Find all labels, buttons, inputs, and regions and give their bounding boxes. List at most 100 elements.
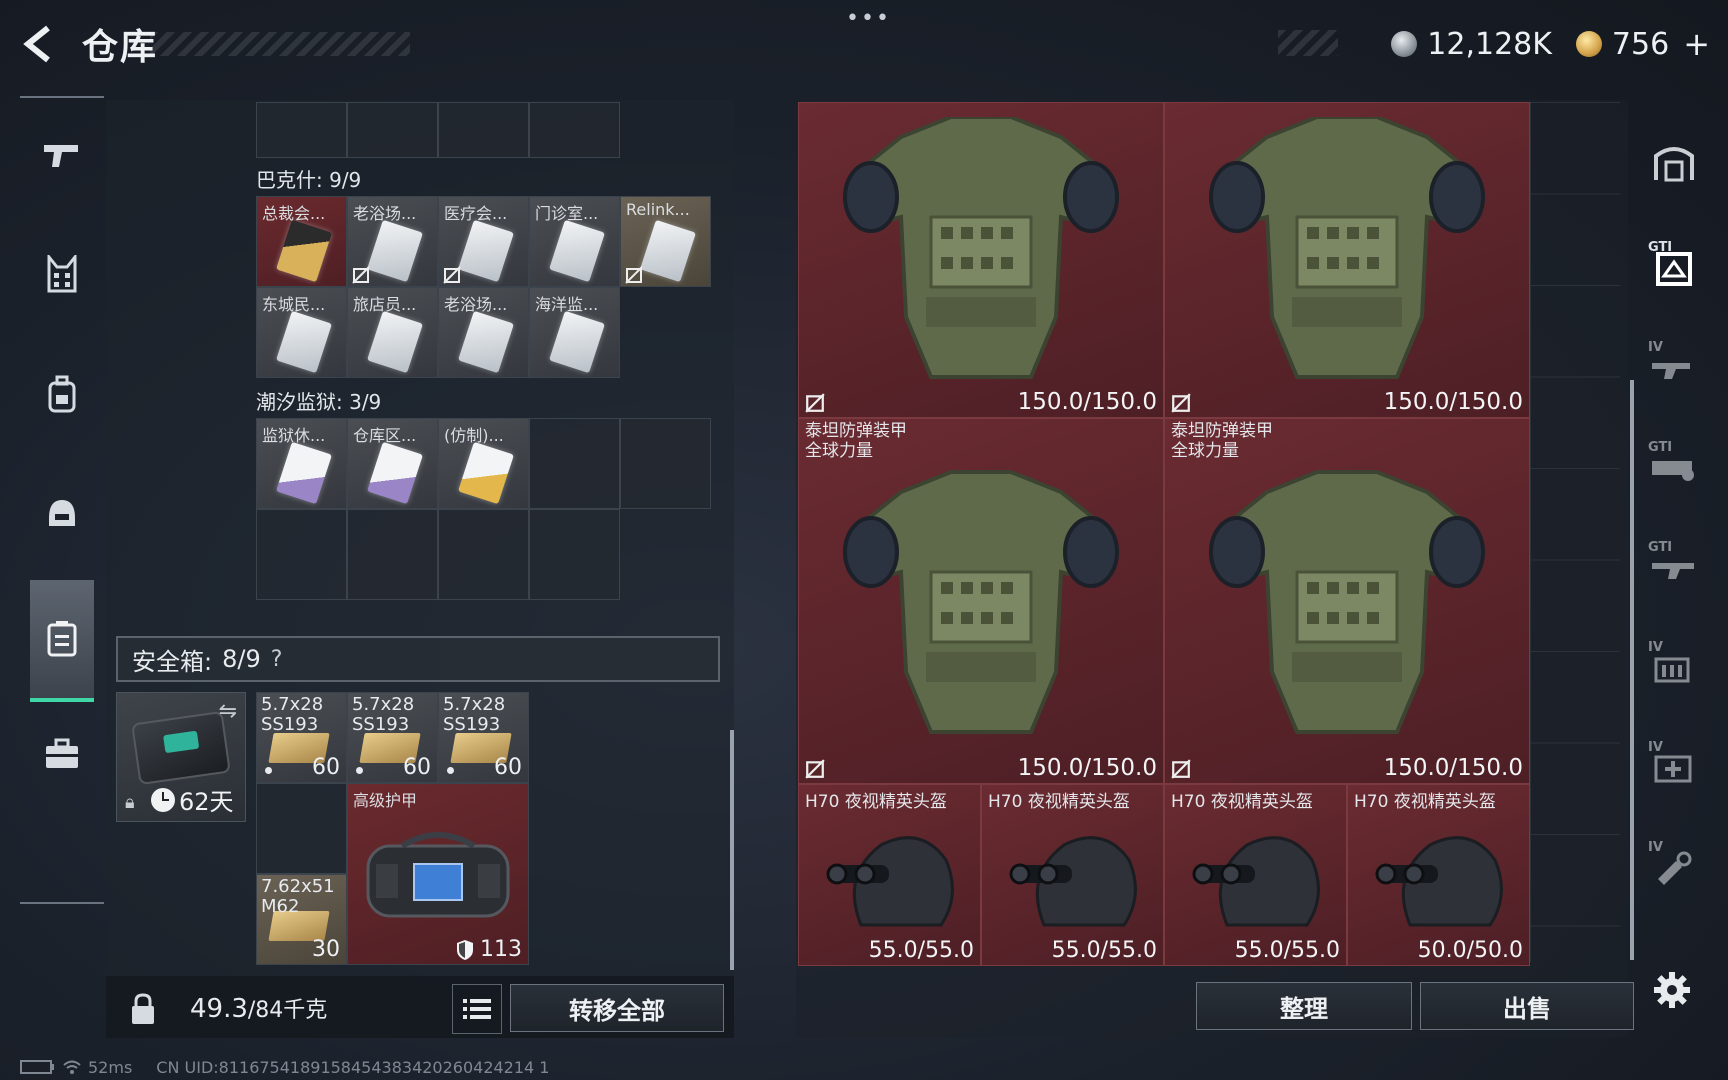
tab-warehouse-gti[interactable]: GTI [1646,240,1702,296]
empty-slot[interactable] [620,418,711,509]
no-backpack-icon [805,393,825,413]
empty-slot[interactable] [529,509,620,600]
keycard-slot[interactable]: Relink... [620,196,711,287]
container-scrollbar[interactable] [730,730,734,970]
sell-button[interactable]: 出售 [1420,982,1634,1030]
keycard-slot[interactable]: 旅店员... [347,287,438,378]
medical-rack-icon [1654,755,1692,783]
item-name: 高级护甲 [353,791,418,810]
keycard-slot[interactable]: 门诊室... [529,196,620,287]
empty-slot[interactable] [256,783,347,874]
nav-helmet[interactable] [30,482,94,546]
no-backpack-icon [805,759,825,779]
safebox-icon [47,621,77,657]
keycard-slot[interactable]: 仓库区... [347,418,438,509]
nav-divider [20,96,104,98]
item-name: 5.7x28 SS193 [261,694,324,735]
tab-rack-weapons[interactable]: GTI [1646,540,1702,596]
swap-icon[interactable]: ⇋ [219,699,237,724]
dot-icon [265,767,272,774]
keycard-slot[interactable]: 总裁会... [256,196,347,287]
keycard-slot[interactable]: 医疗会... [438,196,529,287]
nav-safebox[interactable] [30,580,94,702]
tab-rack-rifles[interactable]: IV [1646,340,1702,396]
user-uid: CN UID:8116754189158454383420260424214 1 [156,1057,550,1077]
nav-briefcase[interactable] [30,722,94,786]
armor-item[interactable]: 150.0/150.0 [798,102,1164,418]
tab-rack-vehicles[interactable]: GTI [1646,440,1702,496]
keycard-slot[interactable]: 海洋监... [529,287,620,378]
ammo-slot[interactable]: 5.7x28 SS193 60 [438,692,529,783]
helmet-item[interactable]: H70 夜视精英头盔 55.0/55.0 [798,784,981,966]
lock-button[interactable] [118,984,168,1034]
item-quantity: 60 [494,755,522,780]
helmet-item[interactable]: H70 夜视精英头盔 50.0/50.0 [1347,784,1530,966]
keycard-slot[interactable]: 监狱休... [256,418,347,509]
safebox-slot[interactable]: ⇋ 🔒︎ 62天 [116,692,246,822]
item-name: H70 夜视精英头盔 [1354,792,1496,812]
empty-slot[interactable] [438,509,529,600]
ammo-slot[interactable]: 5.7x28 SS193 60 [256,692,347,783]
list-view-button[interactable] [452,984,502,1034]
tab-tag: IV [1648,740,1663,755]
empty-slot[interactable] [347,509,438,600]
keycard-slot[interactable]: 老浴场... [438,287,529,378]
key-grid-tidal-prison: 监狱休... 仓库区... (仿制)... [256,418,711,600]
empty-slot[interactable] [529,102,620,158]
helmet-item[interactable]: H70 夜视精英头盔 55.0/55.0 [981,784,1164,966]
vehicle-rack-icon [1652,461,1694,481]
tab-rack-tools[interactable]: IV [1646,840,1702,896]
add-currency-button[interactable]: + [1683,25,1710,63]
keycard-slot[interactable]: 东城民... [256,287,347,378]
durability: 55.0/55.0 [868,938,974,963]
durability: 150.0/150.0 [1383,389,1523,415]
tab-tag: IV [1648,640,1663,655]
empty-slot[interactable] [347,102,438,158]
transfer-all-button[interactable]: 转移全部 [510,984,724,1032]
armor-bag-number: 113 [480,937,522,962]
lock-icon: 🔒︎ [125,792,135,813]
keycard-icon [457,219,515,283]
empty-slot[interactable] [438,102,529,158]
armor-item[interactable]: 泰坦防弹装甲 全球力量 150.0/150.0 [1164,418,1530,784]
back-button[interactable] [18,22,62,66]
armor-item[interactable]: 泰坦防弹装甲 全球力量 150.0/150.0 [798,418,1164,784]
keycard-slot[interactable]: 老浴场... [347,196,438,287]
keycard-slot[interactable]: (仿制)... [438,418,529,509]
tab-rack-medical[interactable]: IV [1646,740,1702,796]
help-button[interactable]: ? [271,647,283,672]
no-backpack-icon [1171,393,1191,413]
armor-bag-slot[interactable]: 高级护甲 113 [347,783,529,965]
night-vision-helmet-image [1009,836,1137,927]
pistol-icon [44,145,78,167]
armor-item[interactable]: 150.0/150.0 [1164,102,1530,418]
helmet-item[interactable]: H70 夜视精英头盔 55.0/55.0 [1164,784,1347,966]
tab-warehouse-main[interactable] [1646,134,1702,190]
sort-button[interactable]: 整理 [1196,982,1412,1030]
item-name: H70 夜视精英头盔 [805,792,947,812]
gold-coin-icon [1575,31,1602,57]
keycard-icon [275,219,333,283]
currency-bar: 12,128K 756 + [1340,24,1710,64]
nav-vest[interactable] [30,242,94,306]
key-grid-previous [256,102,620,158]
nav-weapons[interactable] [30,122,94,186]
ammo-slot[interactable]: 7.62x51 M62 30 [256,874,347,965]
tab-rack-ammo[interactable]: IV [1646,640,1702,696]
briefcase-icon [46,738,78,768]
warehouse-scrollbar[interactable] [1630,380,1634,960]
left-category-nav [20,96,104,906]
body-armor-image [843,117,1119,379]
more-menu-button[interactable]: ••• [846,6,891,31]
empty-slot[interactable] [256,102,347,158]
tab-tag: IV [1648,840,1663,855]
keycard-icon [457,310,515,374]
durability: 55.0/55.0 [1051,938,1157,963]
ammo-rack-icon [1654,657,1690,683]
empty-slot[interactable] [529,418,620,509]
settings-button[interactable] [1644,962,1700,1018]
empty-slot[interactable] [256,509,347,600]
ammo-slot[interactable]: 5.7x28 SS193 60 [347,692,438,783]
nav-backpack[interactable] [30,362,94,426]
durability: 150.0/150.0 [1017,755,1157,781]
